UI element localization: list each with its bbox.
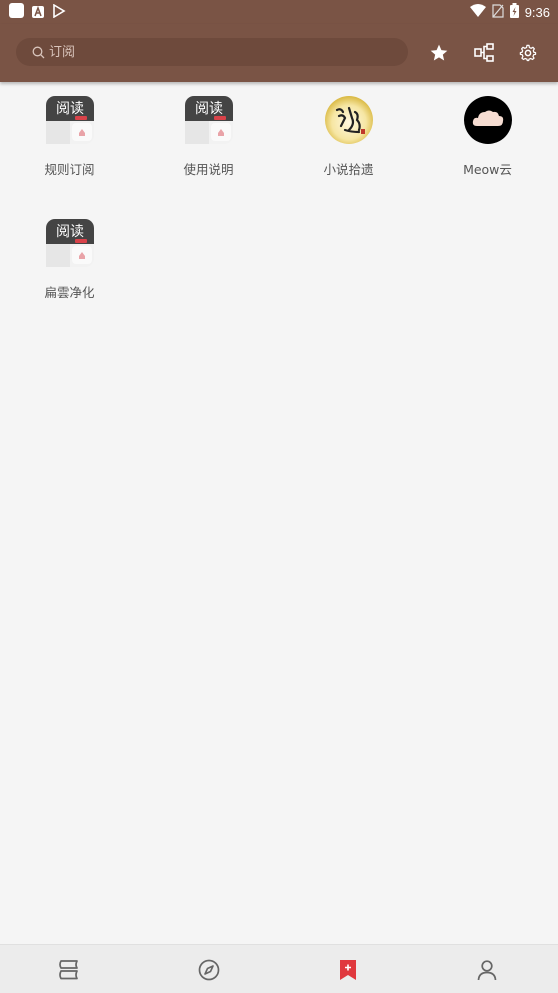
- subscription-tile[interactable]: 阅读 规则订阅: [0, 82, 139, 202]
- bookmark-add-icon: [340, 960, 356, 980]
- yuedu-app-icon: 阅读: [185, 96, 233, 144]
- nav-bookshelf[interactable]: [56, 957, 82, 983]
- star-icon: [430, 44, 448, 61]
- subscription-tile[interactable]: Meow云: [418, 82, 557, 202]
- subscription-label: 规则订阅: [44, 162, 95, 177]
- play-store-icon: [52, 3, 66, 22]
- network-nodes-icon: [474, 43, 494, 62]
- nav-my[interactable]: [474, 957, 500, 983]
- favorites-button[interactable]: [426, 40, 452, 66]
- rule-subscription-button[interactable]: [471, 40, 497, 66]
- no-sim-icon: [492, 3, 504, 22]
- subscription-label: 扁雲净化: [44, 285, 95, 300]
- cloud-icon: [464, 96, 512, 144]
- battery-charging-icon: [509, 3, 519, 22]
- search-input[interactable]: [49, 44, 379, 60]
- compass-icon: [198, 959, 220, 981]
- subscription-label: 使用说明: [183, 162, 234, 177]
- bottom-navigation: [0, 944, 558, 993]
- toolbar: [0, 24, 558, 82]
- search-bar[interactable]: [16, 38, 408, 66]
- yuedu-app-icon: 阅读: [46, 219, 94, 267]
- yuedu-app-icon: 阅读: [46, 96, 94, 144]
- subscription-label: Meow云: [463, 162, 512, 177]
- subscription-label: 小说拾遗: [323, 162, 374, 177]
- subscription-tile[interactable]: 小说拾遗: [279, 82, 418, 202]
- nav-subscription[interactable]: [335, 957, 361, 983]
- subscription-tile[interactable]: 阅读 使用说明: [139, 82, 278, 202]
- search-icon: [32, 46, 45, 59]
- wifi-icon: [469, 3, 486, 22]
- font-a-icon: [32, 3, 44, 22]
- status-time: 9:36: [524, 5, 550, 20]
- subscription-tile[interactable]: 阅读 扁雲净化: [0, 205, 139, 325]
- settings-button[interactable]: [515, 40, 541, 66]
- person-icon: [477, 960, 497, 981]
- gear-icon: [519, 44, 537, 62]
- notification-app-icon: [9, 3, 24, 22]
- status-bar: 9:36: [0, 0, 558, 24]
- nav-discover[interactable]: [196, 957, 222, 983]
- calligraphy-icon: [325, 96, 373, 144]
- bookshelf-icon: [59, 960, 78, 980]
